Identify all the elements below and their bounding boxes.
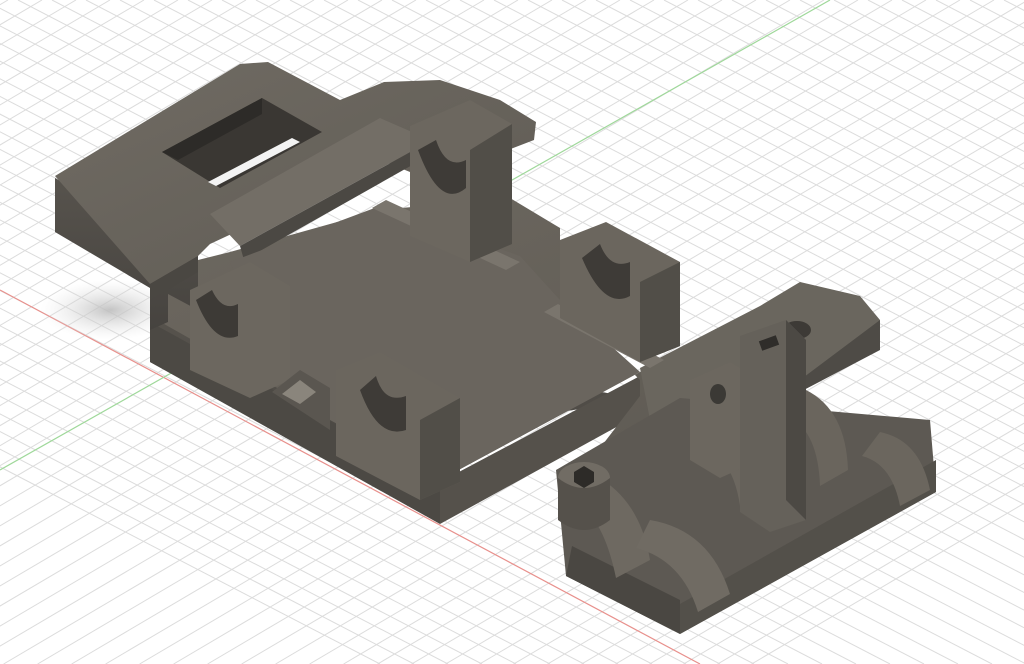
rod-clip-back (410, 100, 512, 262)
grid-line (935, 0, 1024, 47)
viewport-canvas[interactable] (0, 0, 1024, 664)
grid-line (1003, 0, 1024, 11)
clip-post-hole (710, 384, 726, 404)
clip-post-center-side (786, 320, 806, 520)
grid-line (867, 0, 1024, 82)
3d-viewport[interactable] (0, 0, 1024, 664)
model-part[interactable] (40, 62, 936, 634)
